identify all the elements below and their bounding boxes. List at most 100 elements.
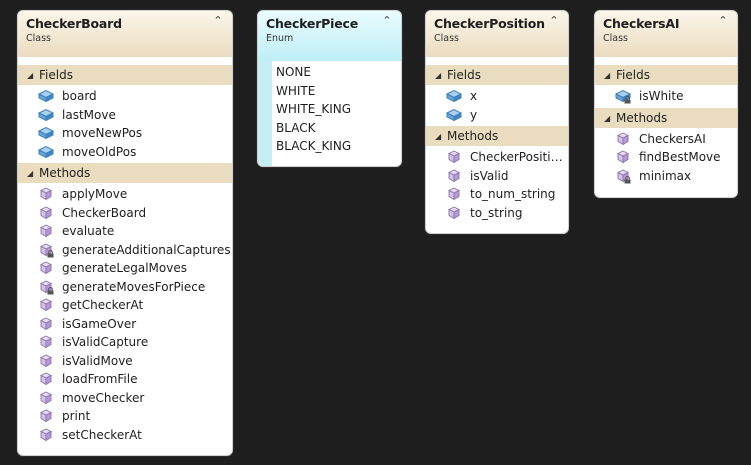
method-item[interactable]: isValidCapture — [18, 333, 232, 352]
member-label: setCheckerAt — [62, 427, 142, 442]
member-label: y — [470, 107, 478, 122]
field-icon — [446, 108, 462, 122]
section-header-methods[interactable]: ◢ Methods — [18, 163, 232, 183]
field-item[interactable]: isWhite — [595, 87, 737, 106]
section-header-methods[interactable]: ◢ Methods — [426, 126, 568, 146]
method-item[interactable]: evaluate — [18, 222, 232, 241]
method-icon — [446, 150, 462, 164]
section-header-fields[interactable]: ◢ Fields — [595, 65, 737, 85]
enum-value[interactable]: WHITE — [272, 82, 401, 101]
section-label: Methods — [447, 129, 499, 143]
class-stereotype: Class — [603, 33, 628, 44]
class-header[interactable]: CheckerBoard Class ⌃ — [18, 11, 232, 57]
field-item[interactable]: y — [426, 106, 568, 125]
method-icon — [38, 335, 54, 349]
method-icon — [38, 224, 54, 238]
section-header-fields[interactable]: ◢ Fields — [426, 65, 568, 85]
triangle-down-icon[interactable]: ◢ — [27, 164, 39, 184]
method-item[interactable]: generateAdditionalCaptures — [18, 241, 232, 260]
class-box-checkerposition[interactable]: CheckerPosition Class ⌃ ◢ Fields xy ◢ Meth… — [425, 10, 569, 234]
method-item[interactable]: applyMove — [18, 185, 232, 204]
class-header[interactable]: CheckersAI Class ⌃ — [595, 11, 737, 57]
member-label: applyMove — [62, 187, 128, 201]
field-icon — [615, 89, 631, 104]
class-title: CheckerBoard — [26, 16, 122, 31]
method-item[interactable]: isValid — [426, 167, 568, 186]
section-header-methods[interactable]: ◢ Methods — [595, 107, 737, 129]
method-icon — [38, 409, 54, 423]
enum-header[interactable]: CheckerPiece Enum ⌃ — [258, 11, 401, 61]
triangle-down-icon[interactable]: ◢ — [435, 66, 447, 86]
method-icon — [446, 168, 462, 183]
class-title: CheckersAI — [603, 16, 680, 31]
member-label: print — [62, 409, 91, 423]
member-label: generateMovesForPiece — [62, 279, 206, 294]
field-icon — [38, 108, 54, 122]
field-item[interactable]: moveOldPos — [18, 143, 232, 162]
class-box-checkerboard[interactable]: CheckerBoard Class ⌃ ◢ Fields board lastMo… — [17, 10, 233, 456]
class-header[interactable]: CheckerPosition Class ⌃ — [426, 11, 568, 57]
triangle-down-icon[interactable]: ◢ — [604, 109, 616, 129]
triangle-down-icon[interactable]: ◢ — [435, 127, 447, 147]
member-label: moveNewPos — [62, 126, 143, 140]
double-chevron-up-icon[interactable]: ⌃ — [716, 14, 730, 28]
section-label: Methods — [39, 166, 91, 180]
method-item[interactable]: generateLegalMoves — [18, 259, 232, 278]
method-item[interactable]: loadFromFile — [18, 370, 232, 389]
method-item[interactable]: generateMovesForPiece — [18, 278, 232, 297]
method-icon — [38, 390, 54, 405]
method-item[interactable]: getCheckerAt — [18, 296, 232, 315]
member-label: loadFromFile — [62, 372, 138, 386]
double-chevron-up-icon[interactable]: ⌃ — [380, 14, 394, 28]
method-icon — [38, 353, 54, 368]
member-label: minimax — [639, 168, 692, 183]
member-label: isWhite — [639, 89, 684, 103]
method-item[interactable]: CheckersAI — [595, 130, 737, 149]
enum-value[interactable]: NONE — [272, 63, 401, 82]
class-title: CheckerPosition — [434, 16, 545, 31]
member-label: getCheckerAt — [62, 298, 144, 312]
member-label: moveChecker — [62, 390, 145, 405]
method-item[interactable]: to_string — [426, 204, 568, 223]
field-item[interactable]: lastMove — [18, 106, 232, 125]
field-item[interactable]: board — [18, 87, 232, 106]
section-header-fields[interactable]: ◢ Fields — [18, 65, 232, 85]
method-item[interactable]: findBestMove — [595, 148, 737, 167]
section-label: Methods — [616, 110, 668, 125]
method-item[interactable]: isGameOver — [18, 315, 232, 334]
method-icon — [38, 242, 54, 257]
member-label: lastMove — [62, 107, 116, 122]
enum-value[interactable]: BLACK — [272, 119, 401, 138]
method-icon — [38, 427, 54, 442]
method-item[interactable]: moveChecker — [18, 389, 232, 408]
enum-value[interactable]: BLACK_KING — [272, 137, 401, 156]
class-stereotype: Class — [26, 33, 51, 44]
method-item[interactable]: setCheckerAt — [18, 426, 232, 445]
member-label: isValidCapture — [62, 335, 149, 349]
class-box-checkersai[interactable]: CheckersAI Class ⌃ ◢ Fields isWhite ◢ Meth… — [594, 10, 738, 198]
member-label: board — [62, 89, 97, 103]
method-icon — [38, 372, 54, 386]
enum-value[interactable]: WHITE_KING — [272, 100, 401, 119]
triangle-down-icon[interactable]: ◢ — [27, 66, 39, 86]
section-label: Fields — [616, 68, 650, 82]
method-item[interactable]: to_num_string — [426, 185, 568, 204]
enum-side-band — [258, 61, 272, 166]
member-label: CheckerBoard — [62, 205, 147, 220]
double-chevron-up-icon[interactable]: ⌃ — [211, 14, 225, 28]
method-item[interactable]: isValidMove — [18, 352, 232, 371]
field-item[interactable]: moveNewPos — [18, 124, 232, 143]
method-item[interactable]: print — [18, 407, 232, 426]
field-item[interactable]: x — [426, 87, 568, 106]
double-chevron-up-icon[interactable]: ⌃ — [547, 14, 561, 28]
triangle-down-icon[interactable]: ◢ — [604, 66, 616, 86]
enum-box-checkerpiece[interactable]: CheckerPiece Enum ⌃ NONE WHITE WHITE_KING B… — [257, 10, 402, 167]
member-label: isValidMove — [62, 353, 133, 368]
method-icon — [38, 298, 54, 312]
member-label: x — [470, 89, 478, 103]
member-label: to_num_string — [470, 187, 556, 201]
member-label: CheckerPositio... — [470, 150, 568, 164]
method-item[interactable]: CheckerBoard — [18, 204, 232, 223]
method-item[interactable]: minimax — [595, 167, 737, 186]
method-item[interactable]: CheckerPositio... — [426, 148, 568, 167]
